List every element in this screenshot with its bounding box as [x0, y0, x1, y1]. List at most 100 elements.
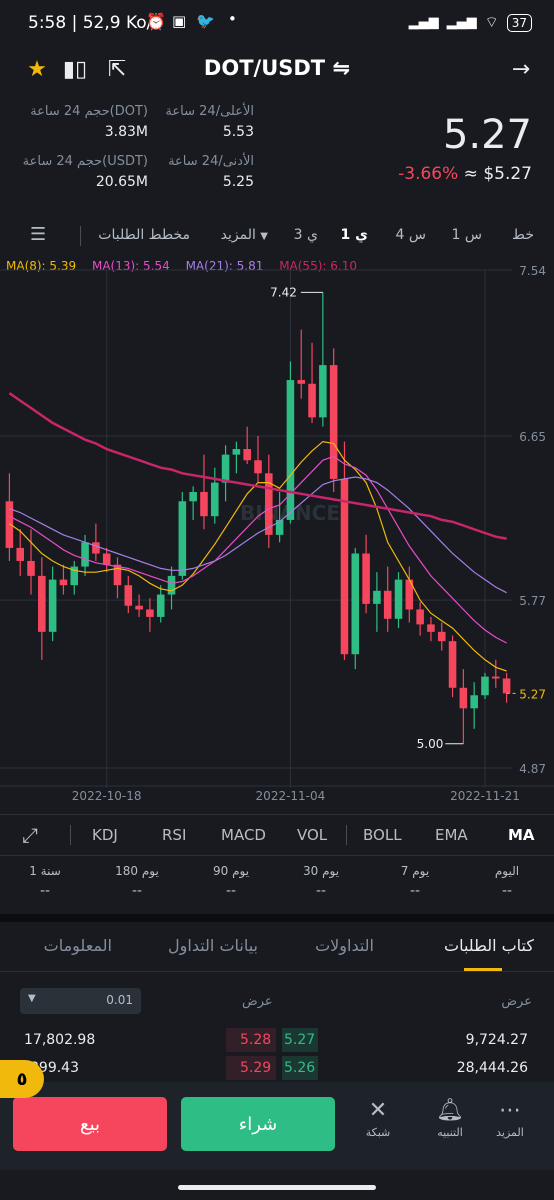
- tab-trades[interactable]: التداولات: [315, 936, 374, 955]
- candle-body: [459, 687, 468, 709]
- tf-1d[interactable]: 1 ي: [341, 227, 368, 243]
- nav-more[interactable]: ⋯ المزيد: [480, 1096, 540, 1139]
- candle-body: [124, 585, 133, 606]
- ind-macd[interactable]: MACD: [221, 826, 266, 844]
- header: ★ ▮▯ ⇱ DOT/USDT ⇋ →: [0, 48, 554, 92]
- bottom-tabs: كتاب الطلبات التداولات بيانات التداول ال…: [0, 924, 554, 972]
- app-icon: ▣: [172, 12, 187, 30]
- low-marker-label: 5.00: [417, 737, 444, 751]
- tf-depth[interactable]: مخطط الطلبات: [98, 227, 190, 243]
- perf-label: 90 يوم: [212, 864, 250, 878]
- candle-body: [308, 383, 316, 418]
- x-tick-label: 2022-11-04: [256, 789, 326, 803]
- candle-body: [502, 678, 511, 694]
- buy-button[interactable]: شراء: [181, 1097, 335, 1151]
- candle-body: [373, 590, 381, 604]
- wifi-icon: ⌔: [484, 13, 499, 31]
- nav-grid[interactable]: ✕ شبكة: [348, 1096, 408, 1139]
- nav-alert[interactable]: 🔔︎ التنبيه: [420, 1096, 480, 1139]
- tf-3d[interactable]: 3 ي: [294, 227, 318, 243]
- divider: [346, 825, 347, 845]
- bid-qty: 9,724.27: [465, 1032, 528, 1048]
- perf-value: --: [501, 883, 513, 899]
- status-time: 5:58 | 52,9 Ko/s: [28, 13, 162, 33]
- bid-price[interactable]: 5.26: [284, 1060, 315, 1076]
- candle-body: [92, 542, 100, 554]
- depth-select[interactable]: ▼ 0.01: [20, 988, 141, 1014]
- candle-body: [48, 579, 57, 632]
- stat-vol-usdt-label: حجم 24 ساعة(USDT): [22, 154, 148, 169]
- home-indicator[interactable]: [178, 1185, 376, 1190]
- candle-body: [340, 478, 349, 655]
- notification-badge[interactable]: ٥: [0, 1060, 44, 1098]
- ind-ema[interactable]: EMA: [435, 826, 468, 844]
- stat-high: 5.53: [222, 124, 254, 140]
- candle-body: [437, 631, 446, 642]
- perf-value: --: [315, 883, 327, 899]
- price-change: -3.66%: [398, 164, 459, 184]
- current-price-label: 5.27: [519, 687, 546, 701]
- more-icon: ⋯: [499, 1098, 521, 1123]
- depth-value: 0.01: [106, 993, 133, 1007]
- expand-icon[interactable]: ⤢: [22, 823, 38, 847]
- ind-vol[interactable]: VOL: [297, 826, 327, 844]
- section-divider: [0, 914, 554, 922]
- nav-label: التنبيه: [437, 1126, 463, 1139]
- perf-value: --: [131, 883, 143, 899]
- perf-value: --: [225, 883, 237, 899]
- candle-body: [221, 454, 230, 483]
- candle-body: [286, 380, 295, 520]
- stat-vol-dot-label: حجم 24 ساعة(DOT): [30, 104, 148, 119]
- stat-low-label: الأدنى/24 ساعة: [168, 154, 254, 169]
- candle-body: [156, 594, 165, 617]
- pair-name: DOT/USDT: [203, 56, 326, 80]
- tf-line[interactable]: خط: [512, 227, 534, 243]
- candle-body: [102, 553, 111, 565]
- candle-body: [200, 491, 208, 517]
- tf-more[interactable]: المزيد ▼: [221, 227, 268, 243]
- ind-rsi[interactable]: RSI: [162, 826, 186, 844]
- twitter-icon: 🐦: [196, 12, 215, 30]
- divider: [80, 226, 81, 246]
- tf-4h[interactable]: 4 س: [396, 227, 426, 243]
- tf-1h[interactable]: 1 س: [452, 227, 482, 243]
- signal-icon: ▂▄▆: [446, 15, 477, 30]
- candle-body: [416, 609, 424, 625]
- candle-body: [59, 579, 68, 586]
- perf-label: 1 سنة: [29, 864, 61, 878]
- ind-kdj[interactable]: KDJ: [92, 826, 118, 844]
- x-tick-label: 2022-10-18: [72, 789, 142, 803]
- bid-qty: 28,444.26: [456, 1060, 528, 1076]
- tab-trading-data[interactable]: بيانات التداول: [168, 936, 258, 955]
- ind-ma[interactable]: MA: [508, 826, 535, 844]
- bid-price[interactable]: 5.27: [284, 1032, 315, 1048]
- x-tick-label: 2022-11-21: [450, 789, 520, 803]
- candle-body: [146, 609, 154, 617]
- tab-info[interactable]: المعلومات: [44, 936, 112, 955]
- tf-more-label: المزيد: [220, 227, 256, 243]
- candle-body: [448, 641, 457, 688]
- settings-sliders-icon[interactable]: ☰: [30, 224, 46, 245]
- pair-title[interactable]: DOT/USDT ⇋: [0, 56, 554, 80]
- ind-boll[interactable]: BOLL: [363, 826, 402, 844]
- ask-price[interactable]: 5.29: [240, 1060, 271, 1076]
- perf-label: 7 يوم: [400, 864, 430, 878]
- tab-orderbook[interactable]: كتاب الطلبات: [444, 936, 534, 955]
- nav-label: المزيد: [496, 1126, 524, 1139]
- sell-button[interactable]: بيع: [13, 1097, 167, 1151]
- perf-value: --: [39, 883, 51, 899]
- candlestick-chart[interactable]: 7.54 6.65 5.77 4.87 2022-10-18 2022-11-04 2022…: [0, 256, 554, 811]
- indicator-bar: ⤢ KDJ RSI MACD VOL BOLL EMA MA: [0, 814, 554, 856]
- candle-body: [113, 564, 122, 586]
- ask-price[interactable]: 5.28: [240, 1032, 271, 1048]
- candle-body: [470, 695, 478, 709]
- perf-label: 180 يوم: [115, 864, 159, 878]
- y-tick-label: 4.87: [519, 762, 546, 776]
- candle-body: [189, 491, 197, 502]
- caret-down-icon: ▼: [28, 993, 36, 1004]
- arrow-right-icon[interactable]: →: [506, 54, 536, 84]
- candle-body: [297, 380, 306, 384]
- ma-line: [9, 476, 507, 594]
- candle-body: [351, 553, 360, 655]
- grid-bot-icon: ✕: [368, 1098, 388, 1123]
